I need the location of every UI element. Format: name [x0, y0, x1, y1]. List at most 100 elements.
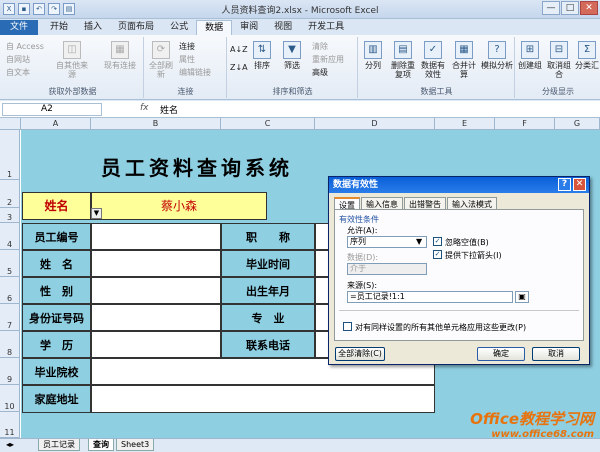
dropdown-arrow-icon[interactable]: ▼ [91, 208, 102, 219]
close-icon[interactable]: ✕ [573, 178, 586, 191]
help-icon[interactable]: ? [558, 178, 571, 191]
tab-formulas[interactable]: 公式 [162, 20, 196, 35]
allow-select[interactable]: 序列 [347, 236, 427, 248]
sort-az-icon[interactable]: A↓Z [230, 45, 248, 54]
connections-button[interactable]: 连接 [179, 41, 195, 52]
name-value-cell[interactable]: 蔡小森 [91, 192, 267, 220]
tab-view[interactable]: 视图 [266, 20, 300, 35]
group-connections: ⟳ 全部刷新 连接 属性 编辑链接 连接 [145, 37, 227, 98]
refresh-all-button[interactable]: ⟳ 全部刷新 [147, 41, 175, 79]
name-box[interactable]: A2 [2, 103, 102, 116]
value-cell[interactable] [91, 385, 435, 413]
ungroup-label: 取消组合 [547, 61, 571, 79]
watermark-line2: www.office68.com [491, 429, 594, 440]
apply-all-checkbox[interactable] [343, 322, 352, 331]
allow-label: 允许(A): [347, 226, 378, 235]
label-cell: 职 称 [221, 223, 315, 250]
window-controls: — □ ✕ [542, 1, 598, 15]
filter-icon: ▼ [283, 41, 301, 59]
tab-data[interactable]: 数据 [196, 20, 233, 35]
properties-button[interactable]: 属性 [179, 54, 195, 65]
close-button[interactable]: ✕ [580, 1, 598, 15]
subtotal-button[interactable]: Σ 分类汇 [574, 41, 600, 70]
tab-home[interactable]: 开始 [42, 20, 76, 35]
tab-file[interactable]: 文件 [0, 20, 39, 35]
function-icon[interactable]: fx [140, 103, 149, 113]
group-button[interactable]: ⊞ 创建组 [516, 41, 544, 70]
chevron-down-icon[interactable]: ▼ [416, 237, 422, 246]
label-cell: 专 业 [221, 304, 315, 331]
row-header[interactable]: 8 [0, 331, 20, 358]
other-sources-button[interactable]: ◫ 自其他来源 [54, 41, 90, 79]
existing-connections-button[interactable]: ▦ 现有连接 [102, 41, 138, 70]
column-header[interactable]: E [435, 118, 495, 130]
sheet-tab-active[interactable]: 查询 [88, 439, 114, 451]
consolidate-button[interactable]: ▦ 合并计算 [449, 41, 479, 79]
column-header[interactable]: D [315, 118, 435, 130]
value-cell[interactable] [91, 250, 221, 277]
row-header[interactable]: 6 [0, 277, 20, 304]
value-cell[interactable] [91, 277, 221, 304]
group-icon: ⊞ [521, 41, 539, 59]
tab-insert[interactable]: 插入 [76, 20, 110, 35]
sheet-tab[interactable]: Sheet3 [116, 439, 155, 451]
label-cell: 毕业时间 [221, 250, 315, 277]
sort-za-icon[interactable]: Z↓A [230, 63, 248, 72]
refresh-icon: ⟳ [152, 41, 170, 59]
remove-duplicates-button[interactable]: ▤ 删除重复项 [389, 41, 417, 79]
row-header[interactable]: 1 [0, 130, 20, 180]
row-header[interactable]: 3 [0, 208, 20, 223]
sheet-nav-icon[interactable]: ◂▸ [2, 439, 18, 451]
column-header[interactable]: C [221, 118, 315, 130]
value-cell[interactable] [91, 304, 221, 331]
range-picker-icon[interactable]: ▣ [515, 291, 529, 303]
filter-button[interactable]: ▼ 筛选 [278, 41, 306, 70]
value-cell[interactable] [91, 331, 221, 358]
from-access-button[interactable]: 自 Access [6, 41, 44, 52]
ignore-blank-checkbox[interactable]: ✓ [433, 237, 442, 246]
column-header[interactable]: B [91, 118, 221, 130]
column-header[interactable]: A [21, 118, 91, 130]
tab-page-layout[interactable]: 页面布局 [110, 20, 162, 35]
sort-button[interactable]: ⇅ 排序 [248, 41, 276, 70]
from-web-button[interactable]: 自网站 [6, 54, 30, 65]
group-label-text: 创建组 [518, 61, 542, 70]
tab-review[interactable]: 审阅 [232, 20, 266, 35]
source-input[interactable]: =员工记录!1:1 [347, 291, 513, 303]
from-text-button[interactable]: 自文本 [6, 67, 30, 78]
row-header[interactable]: 10 [0, 385, 20, 412]
minimize-button[interactable]: — [542, 1, 560, 15]
name-label-cell[interactable]: 姓名 [22, 192, 91, 220]
sheet-tab[interactable]: 员工记录 [38, 439, 80, 451]
tab-developer[interactable]: 开发工具 [300, 20, 352, 35]
what-if-button[interactable]: ? 模拟分析 [481, 41, 513, 70]
sheet-tabs-bar: ◂▸ 员工记录 查询 Sheet3 [0, 438, 600, 452]
column-header[interactable]: G [555, 118, 600, 130]
data-select[interactable]: 介于 [347, 263, 427, 275]
row-header[interactable]: 7 [0, 304, 20, 331]
clear-all-button[interactable]: 全部清除(C) [335, 347, 385, 361]
dropdown-checkbox[interactable]: ✓ [433, 250, 442, 259]
row-header[interactable]: 5 [0, 250, 20, 277]
advanced-button[interactable]: 高级 [312, 67, 328, 78]
row-header[interactable]: 9 [0, 358, 20, 385]
data-label: 数据(D): [347, 253, 379, 262]
reapply-button[interactable]: 重新应用 [312, 54, 344, 65]
column-header[interactable]: F [495, 118, 555, 130]
ungroup-button[interactable]: ⊟ 取消组合 [544, 41, 574, 79]
data-validation-button[interactable]: ✓ 数据有效性 [419, 41, 447, 79]
row-header[interactable]: 2 [0, 180, 20, 208]
value-cell[interactable] [91, 223, 221, 250]
formula-input[interactable]: 姓名 [160, 103, 178, 116]
edit-links-button[interactable]: 编辑链接 [179, 67, 211, 78]
cancel-button[interactable]: 取消 [532, 347, 580, 361]
clear-button[interactable]: 清除 [312, 41, 328, 52]
maximize-button[interactable]: □ [561, 1, 579, 15]
row-header[interactable]: 11 [0, 412, 20, 438]
title-bar: X ▪ ↶ ↷ ▤ 人员资料查询2.xlsx - Microsoft Excel… [0, 0, 600, 19]
label-cell: 姓 名 [22, 250, 91, 277]
text-to-columns-button[interactable]: ▥ 分列 [359, 41, 387, 70]
ok-button[interactable]: 确定 [477, 347, 525, 361]
select-all-corner[interactable] [0, 118, 21, 130]
row-header[interactable]: 4 [0, 223, 20, 250]
